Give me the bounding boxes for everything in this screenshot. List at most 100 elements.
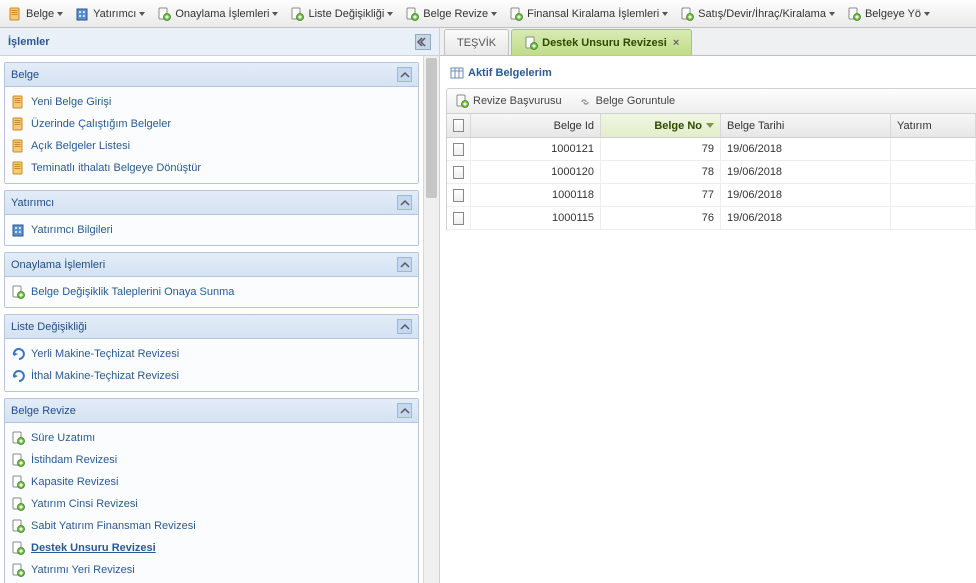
nav-item[interactable]: Üzerinde Çalıştığım Belgeler: [5, 113, 418, 135]
row-checkbox[interactable]: [447, 207, 471, 229]
panel-body: Süre Uzatımıİstihdam Revizesi Kapasite Re…: [5, 423, 418, 583]
cell-yatirim: [891, 161, 976, 183]
doc-green-icon: [11, 475, 25, 489]
nav-item[interactable]: Süre Uzatımı: [5, 427, 418, 449]
nav-item-label: Destek Unsuru Revizesi: [31, 542, 156, 554]
cell-belgeid: 1000120: [471, 161, 601, 183]
panel-title: Onaylama İşlemleri: [11, 259, 105, 271]
doc-green-icon: [11, 285, 25, 299]
nav-item-label: Yatırım Cinsi Revizesi: [31, 498, 138, 510]
nav-item-label: Sabit Yatırım Finansman Revizesi: [31, 520, 196, 532]
nav-item[interactable]: İstihdam Revizesi: [5, 449, 418, 471]
toolbar-label: Onaylama İşlemleri: [175, 8, 269, 20]
chevron-down-icon: [57, 12, 63, 16]
panel-header[interactable]: Yatırımcı: [5, 191, 418, 215]
nav-item-label: Üzerinde Çalıştığım Belgeler: [31, 118, 171, 130]
cell-belgeid: 1000118: [471, 184, 601, 206]
table-row[interactable]: 10001187719/06/2018: [447, 184, 976, 207]
nav-item[interactable]: Destek Unsuru Revizesi: [5, 537, 418, 559]
nav-item[interactable]: Yatırımcı Bilgileri: [5, 219, 418, 241]
panel-header[interactable]: Liste Değişikliği: [5, 315, 418, 339]
toolbar-item[interactable]: Onaylama İşlemleri: [151, 1, 284, 27]
chain-icon: [578, 94, 592, 108]
cell-tarih: 19/06/2018: [721, 207, 891, 229]
scrollbar[interactable]: [423, 56, 439, 583]
toolbar-item[interactable]: Yatırımcı: [69, 1, 151, 27]
checkbox-icon: [453, 119, 464, 132]
nav-item[interactable]: Yatırımı Yeri Revizesi: [5, 559, 418, 581]
toolbar-item[interactable]: Liste Değişikliği: [284, 1, 399, 27]
panel-body: Yerli Makine-Teçhizat Revizesiİthal Maki…: [5, 339, 418, 391]
doc-green-icon: [11, 453, 25, 467]
toolbar-item[interactable]: Belgeye Yö: [841, 1, 936, 27]
nav-item-label: Belge Değişiklik Taleplerini Onaya Sunma: [31, 286, 234, 298]
nav-item[interactable]: Teminatlı ithalatı Belgeye Dönüştür: [5, 157, 418, 179]
chevron-down-icon: [662, 12, 668, 16]
table-row[interactable]: 10001207819/06/2018: [447, 161, 976, 184]
toolbar-item[interactable]: Belge Revize: [399, 1, 503, 27]
nav-item[interactable]: Yerli Makine-Teçhizat Revizesi: [5, 343, 418, 365]
checkbox-icon: [453, 166, 464, 179]
panel: Yatırımcı Yatırımcı Bilgileri: [4, 190, 419, 246]
sidebar-collapse-button[interactable]: [415, 34, 431, 50]
grid-header-belgeno[interactable]: Belge No: [601, 114, 721, 137]
tab[interactable]: Destek Unsuru Revizesi×: [511, 29, 692, 55]
main-area: TEŞVİKDestek Unsuru Revizesi× Aktif Belg…: [440, 28, 976, 583]
nav-item[interactable]: Belge Değişiklik Taleplerini Onaya Sunma: [5, 281, 418, 303]
checkbox-icon: [453, 212, 464, 225]
toolbar-item[interactable]: Satış/Devir/İhraç/Kiralama: [674, 1, 841, 27]
nav-item[interactable]: Kapasite Revizesi: [5, 471, 418, 493]
grid-header-checkbox[interactable]: [447, 114, 471, 137]
document-icon: [11, 161, 25, 175]
toolbar-item[interactable]: Finansal Kiralama İşlemleri: [503, 1, 674, 27]
panel-title: Liste Değişikliği: [11, 321, 87, 333]
tab[interactable]: TEŞVİK: [444, 29, 509, 55]
panel: Onaylama İşlemleri Belge Değişiklik Talep…: [4, 252, 419, 308]
panel-header[interactable]: Onaylama İşlemleri: [5, 253, 418, 277]
nav-item[interactable]: Açık Belgeler Listesi: [5, 135, 418, 157]
content-toolbar-label: Belge Goruntule: [596, 95, 676, 107]
table-row[interactable]: 10001157619/06/2018: [447, 207, 976, 230]
scroll-thumb[interactable]: [426, 58, 437, 198]
grid-body: 10001217919/06/201810001207819/06/201810…: [447, 138, 976, 230]
table-row[interactable]: 10001217919/06/2018: [447, 138, 976, 161]
document-icon: [8, 7, 22, 21]
nav-item-label: Yatırımcı Bilgileri: [31, 224, 113, 236]
row-checkbox[interactable]: [447, 138, 471, 160]
cell-yatirim: [891, 207, 976, 229]
grid-header-tarih[interactable]: Belge Tarihi: [721, 114, 891, 137]
grid: Belge Id Belge No Belge Tarihi Yatırım 1…: [446, 114, 976, 230]
toolbar-item[interactable]: Belge: [2, 1, 69, 27]
panel: Belge Yeni Belge Girişi Üzerinde Çalıştığı…: [4, 62, 419, 184]
panel-collapse-button[interactable]: [397, 67, 412, 82]
nav-item[interactable]: Sabit Yatırım Finansman Revizesi: [5, 515, 418, 537]
panel-title: Yatırımcı: [11, 197, 54, 209]
grid-header-yatirim[interactable]: Yatırım: [891, 114, 976, 137]
panel-collapse-button[interactable]: [397, 257, 412, 272]
doc-green-icon: [11, 431, 25, 445]
arrow-icon: [11, 369, 25, 383]
row-checkbox[interactable]: [447, 184, 471, 206]
toolbar-label: Liste Değişikliği: [308, 8, 384, 20]
panel-collapse-button[interactable]: [397, 195, 412, 210]
content-title: Aktif Belgelerim: [468, 67, 552, 79]
panel-collapse-button[interactable]: [397, 319, 412, 334]
content-toolbar-item[interactable]: Belge Goruntule: [570, 89, 684, 113]
grid-header-belgeid[interactable]: Belge Id: [471, 114, 601, 137]
panel-header[interactable]: Belge: [5, 63, 418, 87]
row-checkbox[interactable]: [447, 161, 471, 183]
nav-item-label: Kapasite Revizesi: [31, 476, 118, 488]
nav-item-label: Teminatlı ithalatı Belgeye Dönüştür: [31, 162, 201, 174]
document-icon: [11, 139, 25, 153]
cell-yatirim: [891, 138, 976, 160]
cell-belgeid: 1000115: [471, 207, 601, 229]
close-icon[interactable]: ×: [673, 37, 679, 49]
doc-green-icon: [509, 7, 523, 21]
panel-collapse-button[interactable]: [397, 403, 412, 418]
sidebar-scroll: Belge Yeni Belge Girişi Üzerinde Çalıştığı…: [0, 56, 423, 583]
nav-item[interactable]: İthal Makine-Teçhizat Revizesi: [5, 365, 418, 387]
nav-item[interactable]: Yatırım Cinsi Revizesi: [5, 493, 418, 515]
panel-header[interactable]: Belge Revize: [5, 399, 418, 423]
nav-item[interactable]: Yeni Belge Girişi: [5, 91, 418, 113]
content-toolbar-item[interactable]: Revize Başvurusu: [447, 89, 570, 113]
